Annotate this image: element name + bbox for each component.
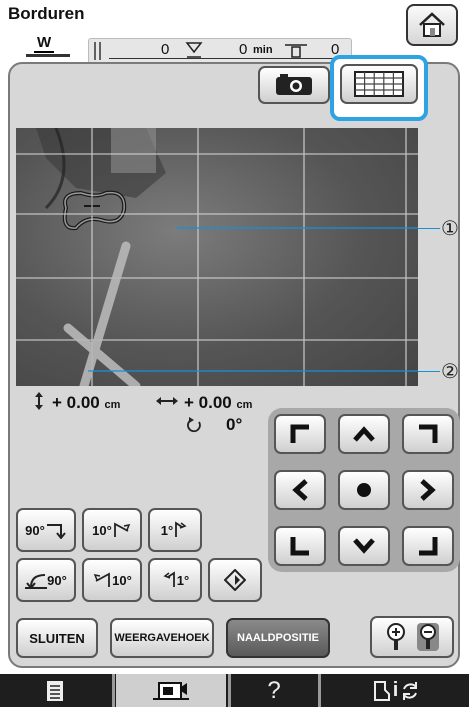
needle-position-button[interactable]: NAALDPOSITIE xyxy=(226,618,330,658)
sewing-camera-icon xyxy=(153,681,189,700)
rotate-10-left-button[interactable]: 10° xyxy=(82,558,142,602)
corner-up-left-icon xyxy=(290,424,309,443)
home-button[interactable] xyxy=(406,4,458,46)
toolbar-separator xyxy=(318,674,321,707)
bottom-toolbar: ? i xyxy=(0,674,469,707)
move-up-left-button[interactable] xyxy=(274,414,326,454)
toolbar-separator xyxy=(112,674,115,707)
horizontal-offset: + 0.00 cm xyxy=(184,393,252,413)
move-down-left-button[interactable] xyxy=(274,526,326,566)
rotate-90-right-label: 90° xyxy=(25,522,45,538)
document-icon xyxy=(47,680,63,701)
presser-foot-indicator: W xyxy=(26,34,70,62)
home-icon xyxy=(419,12,445,37)
camera-grid-overlay xyxy=(16,128,418,386)
horizontal-offset-value: + 0.00 xyxy=(184,393,232,412)
vertical-offset-value: + 0.00 xyxy=(52,393,100,412)
rotate-90-right-button[interactable]: 90° xyxy=(16,508,76,552)
vertical-move-icon xyxy=(35,392,43,410)
move-right-button[interactable] xyxy=(402,470,454,510)
zoom-button[interactable] xyxy=(370,616,454,658)
rotate-90-left-label: 90° xyxy=(47,572,67,588)
move-down-right-button[interactable] xyxy=(402,526,454,566)
camera-icon xyxy=(276,74,312,95)
rotation-icon xyxy=(187,417,201,433)
move-up-button[interactable] xyxy=(338,414,390,454)
refresh-icon xyxy=(403,681,418,700)
horizontal-move-icon xyxy=(156,397,178,405)
callout-2-line xyxy=(418,371,440,373)
rotate-90-left-button[interactable]: 90° xyxy=(16,558,76,602)
rotate-cw-10-icon xyxy=(113,522,131,537)
grid-icon xyxy=(354,71,404,97)
move-left-button[interactable] xyxy=(274,470,326,510)
move-down-button[interactable] xyxy=(338,526,390,566)
rotate-cw-90-icon xyxy=(46,524,66,539)
status-bar: 0 0 min 0 xyxy=(88,38,352,64)
presser-foot-label: W xyxy=(34,34,55,53)
zoom-in-icon xyxy=(387,623,405,650)
hourglass-icon xyxy=(185,42,203,58)
help-tab[interactable]: ? xyxy=(232,674,316,707)
reset-rotation-button[interactable] xyxy=(208,558,262,602)
callout-2: ② xyxy=(441,361,459,383)
center-dot-icon xyxy=(357,483,371,497)
info-label: i xyxy=(392,679,399,701)
rotate-10-right-button[interactable]: 10° xyxy=(82,508,142,552)
camera-view[interactable] xyxy=(16,128,418,386)
chevron-right-icon xyxy=(420,479,436,501)
time-value: 0 xyxy=(239,41,248,58)
view-angle-button[interactable]: WEERGAVEHOEK xyxy=(110,618,214,658)
diamond-reset-icon xyxy=(224,569,246,591)
callout-1: ① xyxy=(441,218,459,240)
presser-foot-icon xyxy=(26,54,70,57)
zoom-out-icon xyxy=(417,623,439,651)
rotate-1-left-label: 1° xyxy=(176,572,190,588)
vertical-offset: + 0.00 cm xyxy=(52,393,120,413)
screen-title: Borduren xyxy=(8,4,85,23)
corner-down-left-icon xyxy=(290,537,309,556)
move-up-right-button[interactable] xyxy=(402,414,454,454)
horizontal-offset-unit: cm xyxy=(236,399,253,411)
toolbar-separator xyxy=(228,674,231,707)
corner-down-right-icon xyxy=(419,537,438,556)
rotate-1-left-button[interactable]: 1° xyxy=(148,558,202,602)
direction-pad xyxy=(268,408,460,572)
machine-foot-icon xyxy=(373,680,390,701)
rotate-1-right-button[interactable]: 1° xyxy=(148,508,202,552)
chevron-down-icon xyxy=(353,538,375,554)
rotate-ccw-10-icon xyxy=(93,572,111,587)
rotate-ccw-1-icon xyxy=(163,571,175,587)
move-center-button[interactable] xyxy=(338,470,390,510)
chevron-up-icon xyxy=(353,426,375,442)
camera-button[interactable] xyxy=(258,66,330,104)
thread-icon xyxy=(285,44,307,58)
corner-up-right-icon xyxy=(419,424,438,443)
callout-1-line xyxy=(418,228,440,230)
info-tab[interactable]: i xyxy=(322,674,469,707)
time-unit: min xyxy=(253,44,273,56)
rotate-10-left-label: 10° xyxy=(112,572,132,588)
vertical-offset-unit: cm xyxy=(104,399,121,411)
rotate-ccw-90-icon xyxy=(25,574,48,589)
stitch-count: 0 xyxy=(161,41,170,58)
rotate-10-right-label: 10° xyxy=(92,522,112,538)
stitch-bar-icon xyxy=(94,42,101,60)
rotation-value: 0° xyxy=(226,415,243,434)
grid-button[interactable] xyxy=(340,64,418,104)
camera-tab[interactable] xyxy=(116,674,226,707)
rotate-cw-1-icon xyxy=(175,521,187,537)
rotate-1-right-label: 1° xyxy=(160,522,174,538)
chevron-left-icon xyxy=(292,479,308,501)
close-button[interactable]: SLUITEN xyxy=(16,618,98,658)
document-tab[interactable] xyxy=(0,674,110,707)
